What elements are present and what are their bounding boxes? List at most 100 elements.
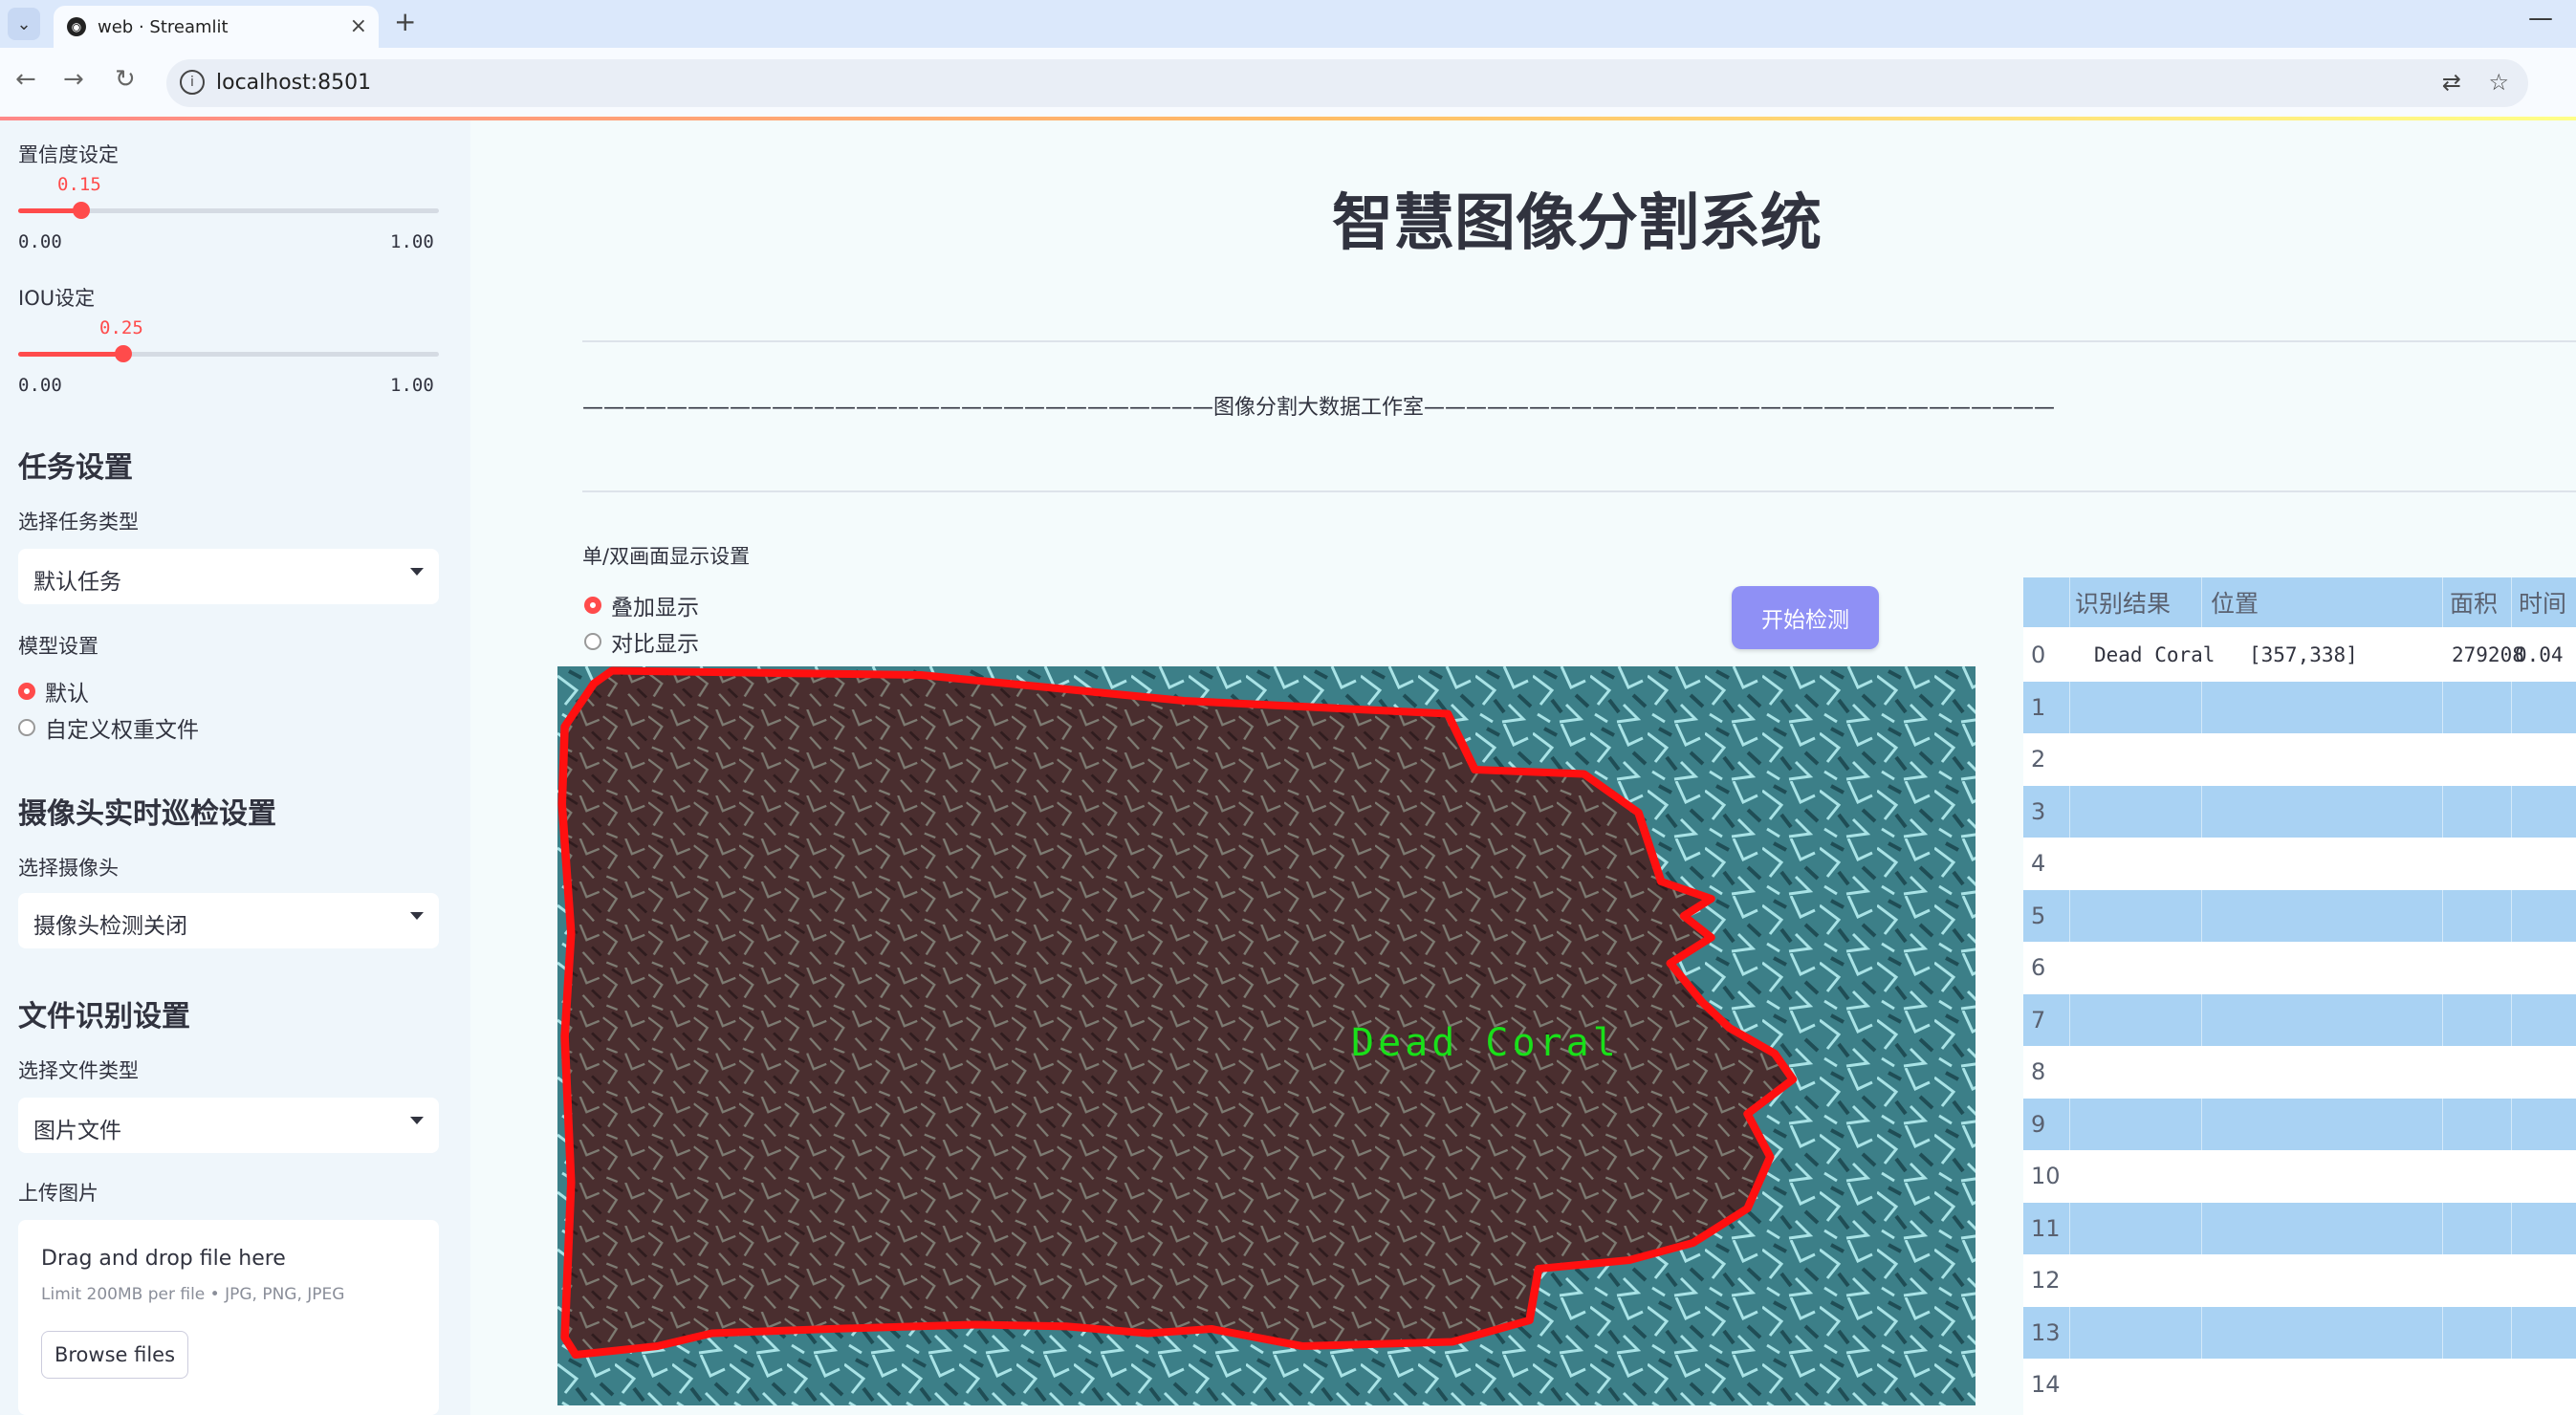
col-header-area[interactable]: 面积: [2450, 577, 2526, 627]
file-type-value: 图片文件: [33, 1119, 121, 1143]
browser-tabbar: ⌄ ◉ web · Streamlit × + —: [0, 0, 2576, 48]
table-row[interactable]: 7: [2023, 993, 2576, 1046]
table-row[interactable]: 13: [2023, 1306, 2576, 1359]
iou-label: IOU设定: [18, 287, 96, 310]
table-row[interactable]: 6: [2023, 942, 2576, 994]
task-type-label: 选择任务类型: [18, 511, 139, 533]
divider: [582, 340, 2576, 342]
table-row[interactable]: 4: [2023, 838, 2576, 890]
confidence-max: 1.00: [390, 231, 434, 252]
table-cell: [357,338]: [2249, 643, 2358, 667]
bookmark-star-icon[interactable]: ☆: [2488, 69, 2509, 96]
table-cell: 279208: [2452, 643, 2524, 667]
file-type-label: 选择文件类型: [18, 1059, 139, 1082]
task-type-select[interactable]: 默认任务: [18, 549, 439, 604]
address-bar-row: ← → ↻ i localhost:8501 ⇄ ☆: [0, 48, 2576, 117]
row-index: 11: [2031, 1214, 2061, 1242]
detection-label: Dead Coral: [1351, 1021, 1620, 1065]
segmentation-result-image: [557, 666, 1976, 1405]
table-row[interactable]: 9: [2023, 1098, 2576, 1150]
row-index: 0: [2031, 642, 2046, 669]
start-detection-button[interactable]: 开始检测: [1732, 586, 1879, 649]
table-cell: 0.04: [2515, 643, 2564, 667]
confidence-label: 置信度设定: [18, 143, 119, 166]
confidence-value: 0.15: [57, 174, 101, 195]
results-table[interactable]: 识别结果 位置 面积 时间 0 Dead Coral [357,338] 279208…: [2023, 577, 2576, 1415]
row-index: 13: [2031, 1318, 2061, 1346]
upload-limit: Limit 200MB per file • JPG, PNG, JPEG: [41, 1285, 345, 1304]
window-minimize-icon[interactable]: —: [2528, 4, 2553, 33]
chevron-down-icon: [410, 912, 424, 920]
table-row[interactable]: 1: [2023, 681, 2576, 733]
camera-settings-header: 摄像头实时巡检设置: [18, 797, 276, 831]
translate-icon[interactable]: ⇄: [2442, 69, 2461, 96]
col-header-result[interactable]: 识别结果: [2075, 577, 2209, 627]
row-index: 14: [2031, 1371, 2061, 1399]
table-row[interactable]: 5: [2023, 889, 2576, 942]
row-index: 8: [2031, 1058, 2046, 1086]
tab-search-chevron-icon[interactable]: ⌄: [8, 8, 40, 40]
confidence-slider[interactable]: [18, 202, 439, 219]
iou-value: 0.25: [99, 317, 143, 338]
column-divider: [2069, 577, 2070, 1415]
streamlit-favicon-icon: ◉: [67, 17, 86, 36]
table-row[interactable]: 0 Dead Coral [357,338] 279208 0.04: [2023, 629, 2576, 682]
display-option-compare[interactable]: 对比显示: [584, 625, 699, 658]
row-index: 10: [2031, 1163, 2061, 1190]
camera-select-label: 选择摄像头: [18, 857, 119, 880]
col-header-position[interactable]: 位置: [2211, 577, 2345, 627]
iou-min: 0.00: [18, 375, 62, 396]
table-row[interactable]: 10: [2023, 1150, 2576, 1203]
row-index: 6: [2031, 954, 2046, 982]
camera-value: 摄像头检测关闭: [33, 914, 187, 939]
upload-title: Drag and drop file here: [41, 1247, 286, 1271]
model-option-default[interactable]: 默认: [18, 675, 89, 708]
page-title: 智慧图像分割系统: [1332, 188, 1822, 259]
radio-selected-icon: [18, 683, 35, 700]
tab-title: web · Streamlit: [98, 17, 229, 37]
tab-close-icon[interactable]: ×: [350, 14, 367, 38]
new-tab-icon[interactable]: +: [394, 6, 416, 37]
confidence-slider-thumb[interactable]: [73, 202, 90, 219]
forward-icon[interactable]: →: [63, 65, 84, 94]
row-index: 3: [2031, 797, 2046, 825]
column-divider: [2442, 577, 2443, 1415]
file-uploader-dropzone[interactable]: Drag and drop file here Limit 200MB per …: [18, 1220, 439, 1415]
iou-max: 1.00: [390, 375, 434, 396]
iou-slider[interactable]: [18, 345, 439, 362]
table-row[interactable]: 2: [2023, 733, 2576, 786]
task-settings-header: 任务设置: [18, 451, 133, 485]
table-row[interactable]: 11: [2023, 1202, 2576, 1254]
chevron-down-icon: [410, 1117, 424, 1124]
site-info-icon[interactable]: i: [180, 70, 205, 95]
table-row[interactable]: 8: [2023, 1046, 2576, 1099]
table-row[interactable]: 3: [2023, 785, 2576, 838]
row-index: 4: [2031, 850, 2046, 878]
column-divider: [2511, 577, 2512, 1415]
display-option-label: 对比显示: [611, 632, 699, 657]
upload-label: 上传图片: [18, 1182, 98, 1205]
url-field[interactable]: i localhost:8501 ⇄ ☆: [166, 59, 2528, 107]
radio-unselected-icon: [584, 633, 601, 650]
divider: [582, 490, 2576, 492]
browser-tab[interactable]: ◉ web · Streamlit ×: [54, 6, 379, 48]
row-index: 7: [2031, 1006, 2046, 1034]
display-option-overlay[interactable]: 叠加显示: [584, 589, 699, 621]
table-row[interactable]: 14: [2023, 1359, 2576, 1411]
file-type-select[interactable]: 图片文件: [18, 1098, 439, 1153]
camera-select[interactable]: 摄像头检测关闭: [18, 893, 439, 948]
radio-selected-icon: [584, 597, 601, 614]
model-option-custom[interactable]: 自定义权重文件: [18, 711, 199, 744]
studio-banner: ——————————————————————————————图像分割大数据工作室…: [582, 396, 2056, 420]
table-row[interactable]: 12: [2023, 1254, 2576, 1307]
browse-files-button[interactable]: Browse files: [41, 1331, 188, 1379]
segmentation-image-svg: [557, 666, 1976, 1405]
col-header-time[interactable]: 时间: [2519, 577, 2576, 627]
back-icon[interactable]: ←: [15, 65, 36, 94]
iou-slider-thumb[interactable]: [115, 345, 132, 362]
row-index: 9: [2031, 1110, 2046, 1138]
reload-icon[interactable]: ↻: [115, 65, 136, 94]
row-index: 12: [2031, 1267, 2061, 1295]
confidence-min: 0.00: [18, 231, 62, 252]
display-mode-label: 单/双画面显示设置: [582, 545, 751, 568]
